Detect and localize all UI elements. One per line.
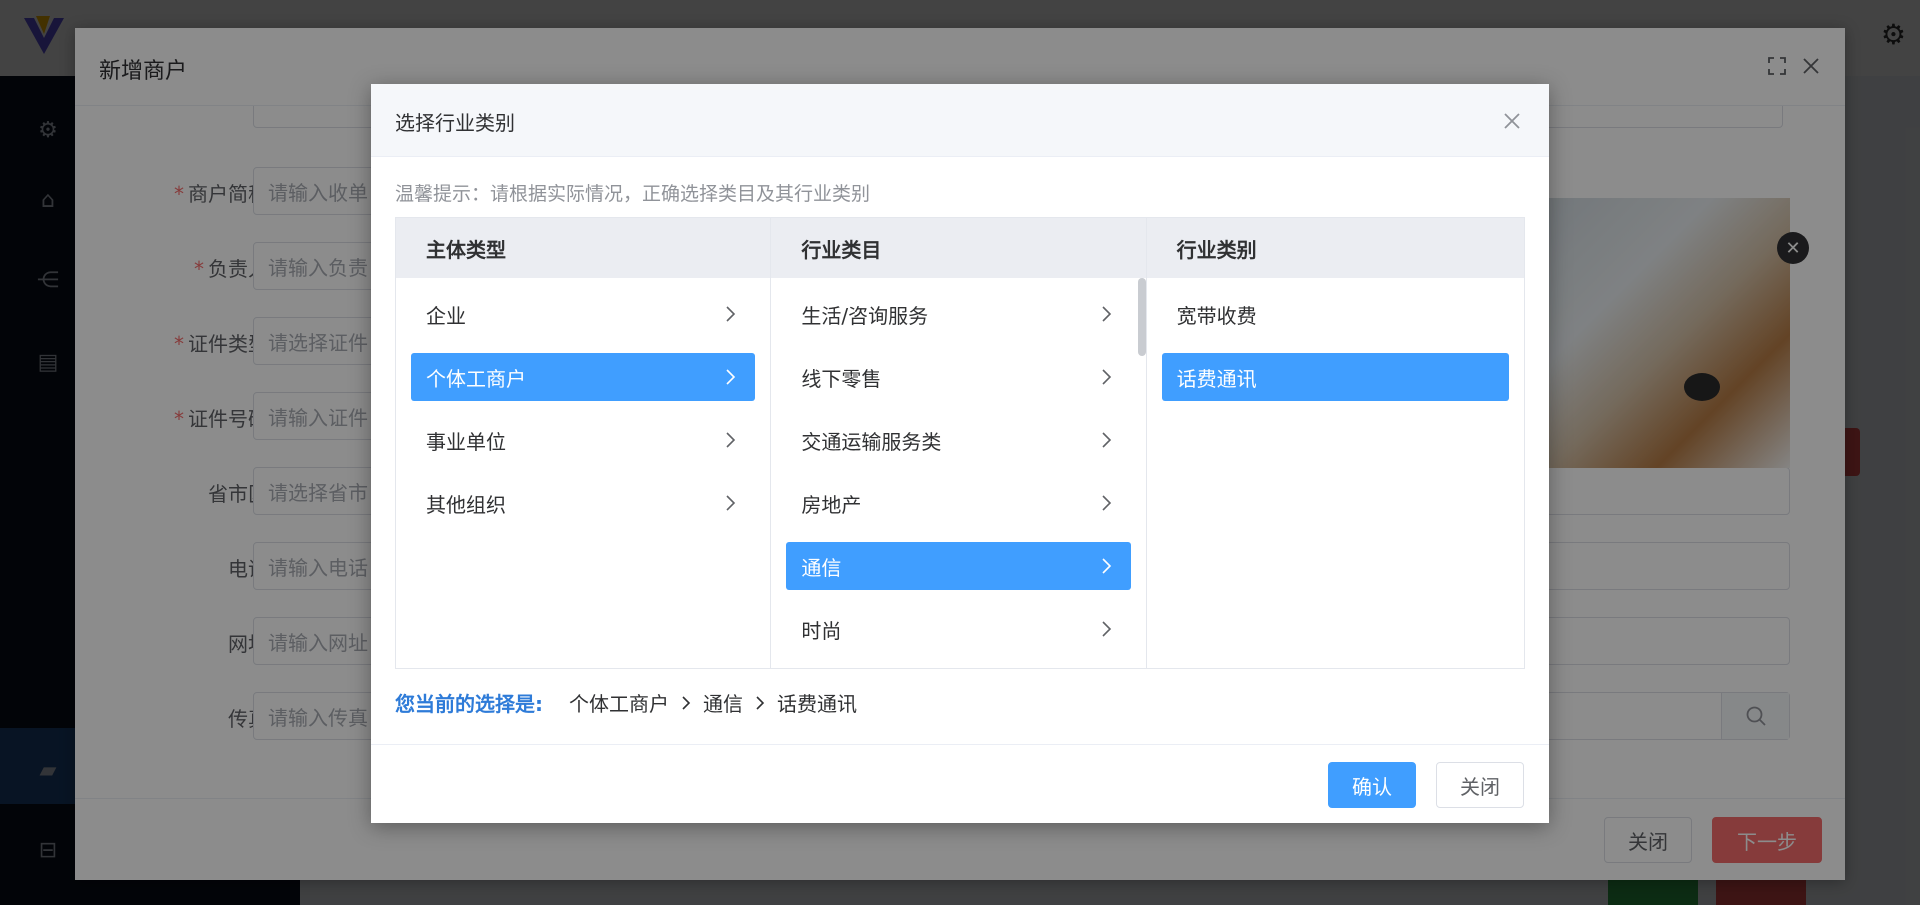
cascade-item[interactable]: 事业单位 — [411, 416, 755, 464]
selection-part: 个体工商户 — [569, 692, 669, 716]
chevron-right-icon — [1102, 306, 1111, 322]
dialog-footer: 确认 关闭 — [371, 744, 1549, 823]
item-label: 话费通讯 — [1176, 366, 1257, 391]
item-label: 个体工商户 — [426, 366, 526, 391]
chevron-right-icon — [1102, 432, 1111, 448]
column-header: 主体类型 — [396, 218, 771, 278]
item-label: 房地产 — [801, 492, 862, 517]
item-label: 交通运输服务类 — [801, 429, 942, 454]
current-selection: 您当前的选择是: 个体工商户 通信 话费通讯 — [395, 688, 857, 717]
close-button[interactable]: 关闭 — [1436, 762, 1524, 808]
cascade-list: 企业 个体工商户 事业单位 其他组织 — [396, 278, 770, 554]
column-header: 行业类目 — [771, 218, 1146, 278]
dialog-title: 选择行业类别 — [395, 111, 515, 135]
item-label: 事业单位 — [426, 429, 506, 454]
cascade-item[interactable]: 其他组织 — [411, 479, 755, 527]
chevron-right-icon — [756, 695, 765, 710]
item-label: 时尚 — [801, 618, 842, 643]
cascade-item-selected[interactable]: 话费通讯 — [1161, 353, 1509, 401]
chevron-right-icon — [726, 432, 736, 448]
column-scrollbar[interactable] — [1137, 278, 1146, 356]
entity-type-column: 主体类型 企业 个体工商户 事业单位 其他组织 — [396, 218, 772, 668]
item-label: 宽带收费 — [1176, 303, 1257, 328]
chevron-right-icon — [1102, 369, 1111, 385]
chevron-right-icon — [726, 495, 736, 511]
cascade-item[interactable]: 交通运输服务类 — [786, 416, 1130, 464]
chevron-right-icon — [1102, 558, 1111, 574]
column-header: 行业类别 — [1146, 218, 1524, 278]
tip-text: 温馨提示：请根据实际情况，正确选择类目及其行业类别 — [395, 183, 871, 205]
industry-type-column: 行业类别 宽带收费 话费通讯 — [1146, 218, 1524, 668]
cascade-item[interactable]: 企业 — [411, 290, 755, 338]
cascade-item-selected[interactable]: 通信 — [786, 542, 1131, 590]
close-icon[interactable] — [1501, 110, 1523, 132]
item-label: 企业 — [426, 303, 466, 328]
selection-part: 通信 — [703, 692, 743, 716]
cascade-item[interactable]: 宽带收费 — [1162, 290, 1509, 338]
item-label: 其他组织 — [426, 492, 506, 517]
industry-category-column: 行业类目 生活/咨询服务 线下零售 交通运输服务类 房地产 通信 时尚 — [771, 218, 1147, 668]
cascade-item[interactable]: 时尚 — [786, 605, 1130, 653]
cascade-list: 宽带收费 话费通讯 — [1147, 278, 1524, 428]
item-label: 通信 — [801, 555, 842, 580]
dialog-header: 选择行业类别 — [371, 84, 1549, 157]
confirm-button[interactable]: 确认 — [1328, 762, 1416, 808]
selection-part: 话费通讯 — [777, 692, 857, 716]
cascade-item[interactable]: 线下零售 — [786, 353, 1130, 401]
item-label: 线下零售 — [801, 366, 882, 391]
cascade-item-selected[interactable]: 个体工商户 — [411, 353, 756, 401]
cascade-item[interactable]: 生活/咨询服务 — [786, 290, 1130, 338]
select-industry-dialog: 选择行业类别 温馨提示：请根据实际情况，正确选择类目及其行业类别 主体类型 企业… — [371, 84, 1549, 823]
item-label: 生活/咨询服务 — [801, 303, 929, 328]
chevron-right-icon — [682, 695, 691, 710]
chevron-right-icon — [726, 369, 736, 385]
cascade-item[interactable]: 房地产 — [786, 479, 1130, 527]
chevron-right-icon — [1102, 495, 1111, 511]
cascade-list: 生活/咨询服务 线下零售 交通运输服务类 房地产 通信 时尚 — [771, 278, 1145, 668]
industry-cascader: 主体类型 企业 个体工商户 事业单位 其他组织 行业类目 生活/咨询服务 线下零… — [395, 217, 1525, 669]
chevron-right-icon — [726, 306, 736, 322]
chevron-right-icon — [1102, 621, 1111, 637]
selection-label: 您当前的选择是: — [395, 692, 543, 716]
